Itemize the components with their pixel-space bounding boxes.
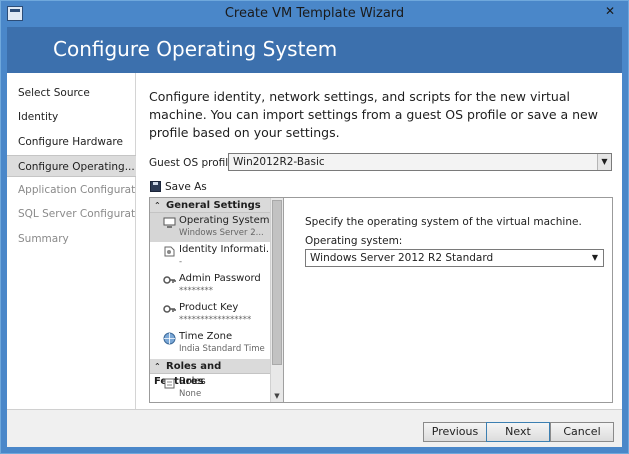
roles-icon (164, 378, 175, 389)
nav-item-identity[interactable]: Identity (7, 106, 136, 128)
settings-panel: ⌃ General Settings Operating System Windo… (149, 197, 613, 403)
general-settings-label: General Settings (166, 200, 261, 211)
key-icon (163, 276, 176, 284)
nav-item-configure-operating-system[interactable]: Configure Operating... (7, 155, 136, 177)
wizard-client: Select Source Identity Configure Hardwar… (7, 73, 622, 447)
tree-item-roles[interactable]: Roles None (150, 374, 270, 402)
chevron-down-icon[interactable]: ▼ (589, 250, 601, 266)
nav-item-configure-hardware[interactable]: Configure Hardware (7, 131, 136, 153)
close-button[interactable]: ✕ (598, 2, 622, 20)
detail-description: Specify the operating system of the virt… (305, 216, 582, 228)
settings-toolbar: Save As (149, 179, 611, 196)
nav-item-application-configuration[interactable]: Application Configuration (7, 179, 136, 201)
tree-item-product-key[interactable]: Product Key ***************** (150, 300, 270, 329)
tree-item-title: Operating System (179, 215, 269, 226)
guest-os-profile-label: Guest OS profile: (149, 157, 239, 169)
roles-and-features-header[interactable]: ⌃ Roles and Features (150, 359, 270, 387)
wizard-banner: Configure Operating System (7, 27, 622, 73)
os-icon (163, 217, 176, 228)
tree-item-admin-password[interactable]: Admin Password ******** (150, 271, 270, 300)
tree-item-subtitle: - (179, 257, 183, 267)
previous-button[interactable]: Previous (423, 422, 487, 442)
collapse-icon[interactable]: ⌃ (154, 359, 166, 374)
settings-tree: ⌃ General Settings Operating System Windo… (150, 198, 284, 402)
tree-item-title: Product Key (179, 302, 239, 313)
title-bar: Create VM Template Wizard ✕ (1, 1, 628, 27)
general-settings-header[interactable]: ⌃ General Settings (150, 198, 270, 213)
tree-item-subtitle: India Standard Time (179, 344, 265, 354)
tree-item-subtitle: ***************** (179, 315, 252, 325)
tree-item-subtitle: Windows Server 2... (179, 228, 264, 238)
save-as-button[interactable]: Save As (149, 179, 207, 195)
tree-item-subtitle: ******** (179, 286, 213, 296)
nav-item-sql-server-configuration[interactable]: SQL Server Configuration (7, 203, 136, 225)
tree-item-title: Time Zone (179, 331, 233, 342)
nav-item-summary[interactable]: Summary (7, 228, 136, 250)
tree-item-title: Identity Informati... (179, 244, 269, 255)
globe-icon (163, 332, 176, 345)
identity-icon (164, 246, 175, 257)
tree-item-time-zone[interactable]: Time Zone India Standard Time (150, 329, 270, 358)
guest-os-profile-value: Win2012R2-Basic (233, 156, 325, 168)
key-icon (163, 305, 176, 313)
tree-item-identity-information[interactable]: Identity Informati... - (150, 242, 270, 271)
detail-pane: Specify the operating system of the virt… (292, 198, 612, 402)
operating-system-value: Windows Server 2012 R2 Standard (310, 252, 494, 264)
cancel-button[interactable]: Cancel (550, 422, 614, 442)
tree-scrollbar[interactable]: ▼ (270, 198, 283, 402)
window-title: Create VM Template Wizard (224, 6, 405, 21)
nav-item-select-source[interactable]: Select Source (7, 82, 136, 104)
tree-item-operating-system[interactable]: Operating System Windows Server 2... (150, 213, 270, 242)
operating-system-label: Operating system: (305, 235, 403, 247)
wizard-footer: Previous Next Cancel (7, 409, 622, 447)
save-disk-icon (150, 181, 161, 192)
guest-os-profile-select[interactable]: Win2012R2-Basic ▼ (228, 153, 612, 171)
tree-item-title: Admin Password (179, 273, 261, 284)
scroll-down-icon[interactable]: ▼ (271, 390, 283, 402)
main-content: Configure identity, network settings, an… (137, 73, 622, 409)
tree-item-subtitle: None (179, 389, 202, 399)
next-button[interactable]: Next (486, 422, 550, 442)
chevron-down-icon[interactable]: ▼ (597, 154, 611, 170)
tree-item-title: Roles (179, 376, 206, 387)
save-as-label: Save As (165, 181, 207, 193)
operating-system-select[interactable]: Windows Server 2012 R2 Standard ▼ (305, 249, 604, 267)
wizard-window: Create VM Template Wizard ✕ Configure Op… (0, 0, 629, 454)
scrollbar-thumb[interactable] (272, 200, 282, 365)
collapse-icon[interactable]: ⌃ (154, 198, 166, 213)
page-title: Configure Operating System (53, 37, 338, 61)
intro-text: Configure identity, network settings, an… (149, 89, 598, 140)
wizard-nav: Select Source Identity Configure Hardwar… (7, 73, 136, 409)
